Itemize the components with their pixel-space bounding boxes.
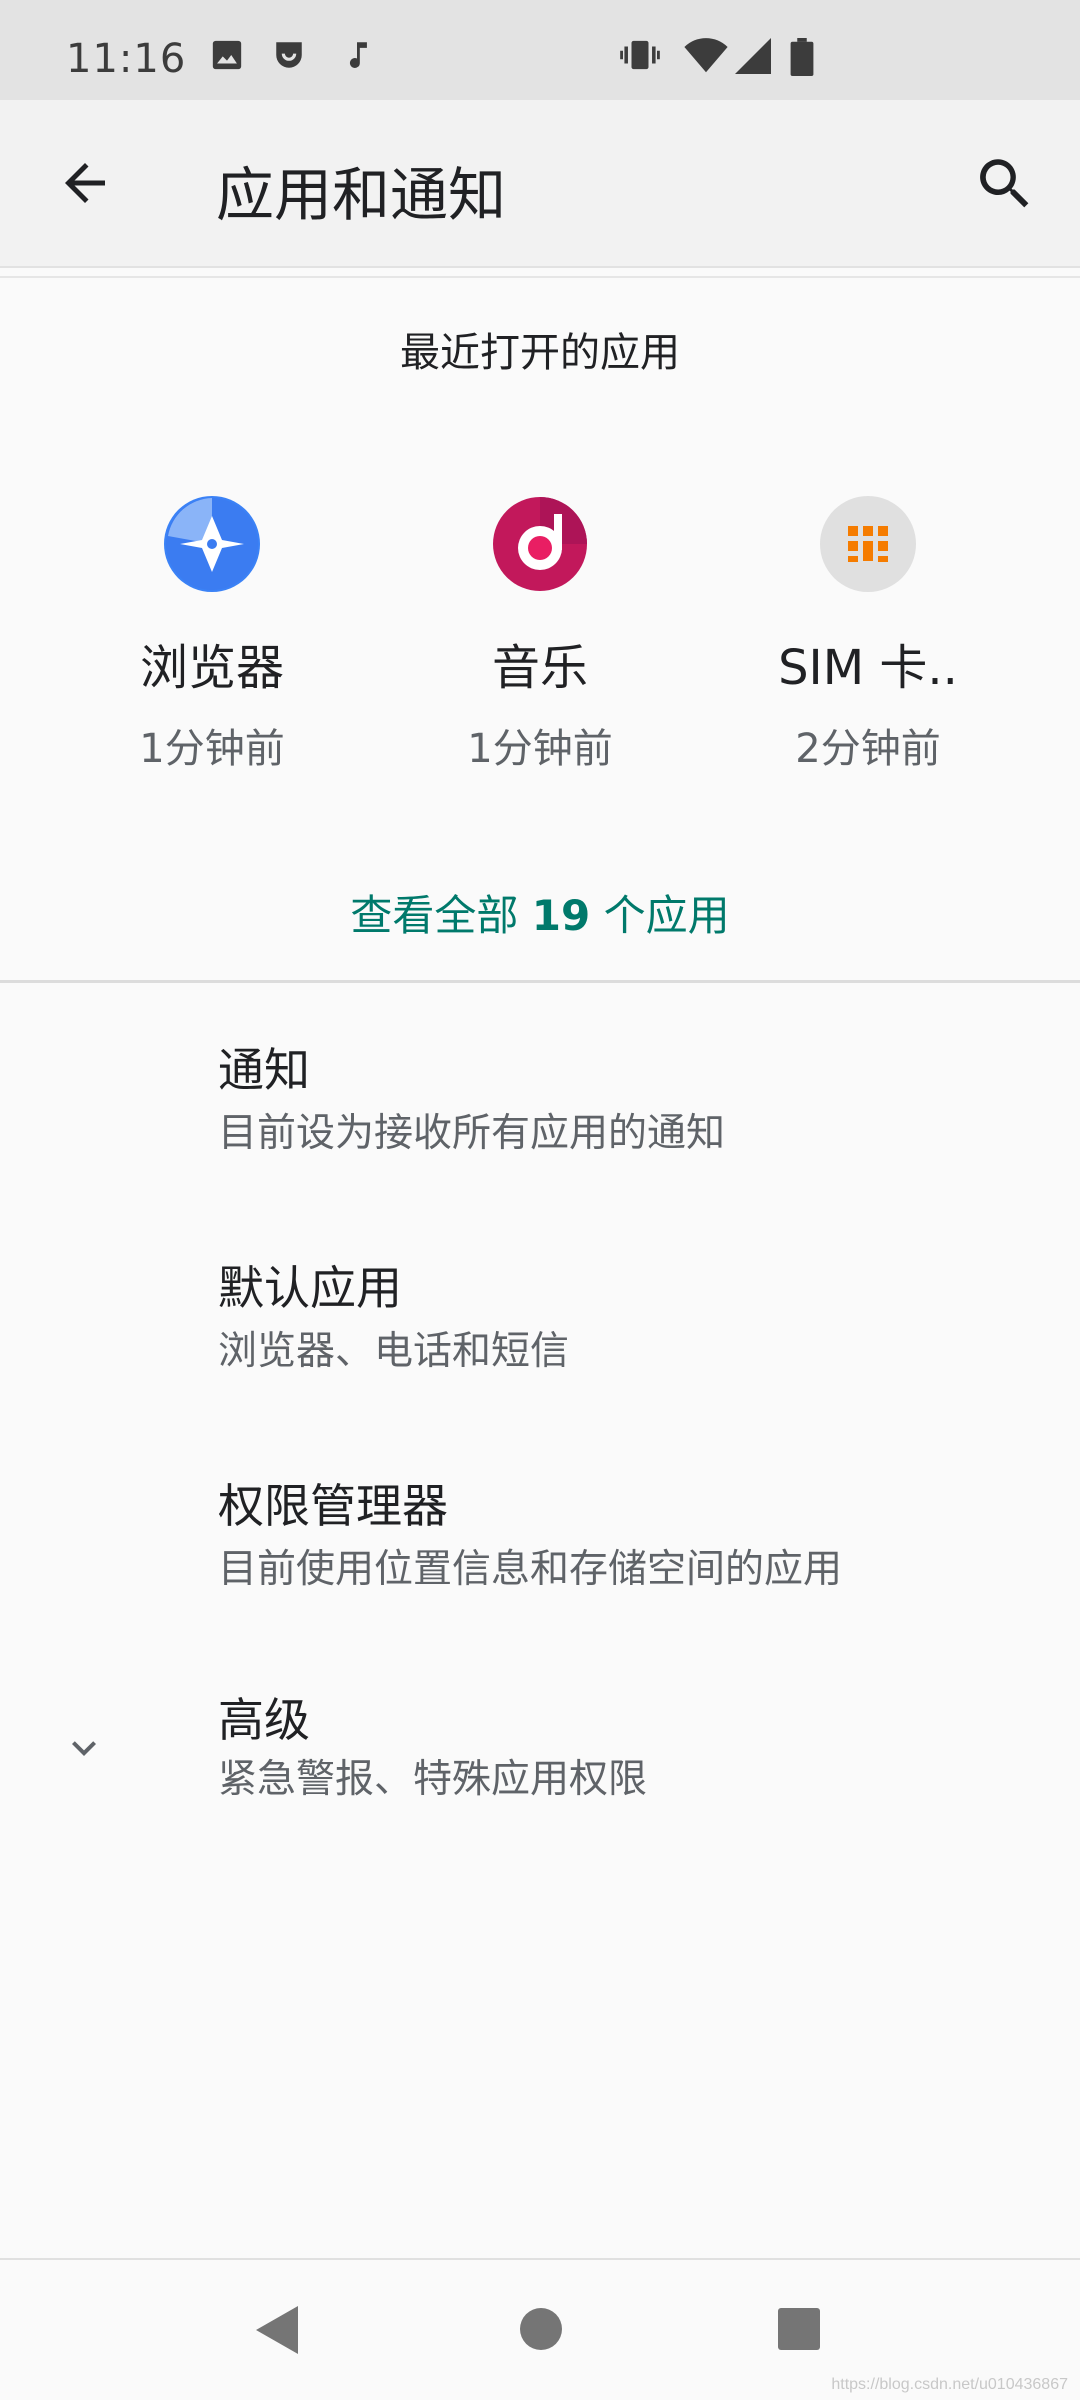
app-last-used: 2分钟前 (795, 726, 941, 772)
pref-title: 默认应用 (218, 1261, 402, 1315)
nav-recents-icon[interactable] (776, 2306, 822, 2352)
app-name: SIM 卡.. (778, 640, 958, 696)
pref-summary: 紧急警报、特殊应用权限 (218, 1757, 648, 1802)
pref-summary: 浏览器、电话和短信 (218, 1329, 570, 1374)
music-app-icon (492, 496, 588, 592)
pref-default-apps[interactable]: 默认应用 浏览器、电话和短信 (0, 1228, 1080, 1428)
browser-icon (164, 496, 260, 592)
arrow-back-icon[interactable] (50, 153, 120, 213)
pref-title: 通知 (218, 1043, 310, 1097)
search-icon[interactable] (972, 151, 1038, 217)
cell-signal-icon (735, 38, 771, 74)
pref-title: 权限管理器 (218, 1479, 448, 1533)
nav-home-icon[interactable] (518, 2306, 564, 2352)
navigation-bar: https://blog.csdn.net/u010436867 (0, 2260, 1080, 2400)
vibrate-icon (620, 40, 660, 70)
recent-app-browser[interactable]: 浏览器 1分钟前 (52, 496, 372, 774)
battery-icon (790, 38, 814, 76)
app-last-used: 1分钟前 (139, 726, 285, 772)
wifi-icon (684, 38, 728, 73)
nav-back-icon[interactable] (252, 2302, 302, 2358)
divider (0, 276, 1080, 278)
smiley-badge-icon (276, 42, 302, 68)
see-all-count: 19 (531, 891, 591, 940)
see-all-prefix: 查看全部 (350, 891, 532, 940)
app-last-used: 1分钟前 (467, 726, 613, 772)
image-icon (212, 40, 242, 70)
sim-card-icon (820, 496, 916, 592)
pref-summary: 目前使用位置信息和存储空间的应用 (218, 1547, 843, 1592)
app-bar: 应用和通知 (0, 100, 1080, 268)
pref-notifications[interactable]: 通知 目前设为接收所有应用的通知 (0, 1010, 1080, 1210)
divider (0, 980, 1080, 983)
recent-app-sim-toolkit[interactable]: SIM 卡.. 2分钟前 (708, 496, 1028, 774)
chevron-down-icon (72, 1741, 96, 1756)
music-note-icon (349, 42, 367, 68)
status-time: 11:16 (66, 36, 187, 82)
pref-permission-manager[interactable]: 权限管理器 目前使用位置信息和存储空间的应用 (0, 1446, 1080, 1646)
app-name: 浏览器 (139, 640, 284, 696)
watermark: https://blog.csdn.net/u010436867 (831, 2376, 1068, 2393)
pref-title: 高级 (218, 1693, 310, 1747)
see-all-apps-link[interactable]: 查看全部 19 个应用 (0, 882, 1080, 943)
app-name: 音乐 (491, 640, 588, 696)
pref-advanced[interactable]: 高级 紧急警报、特殊应用权限 (0, 1660, 1080, 1860)
recent-apps-header: 最近打开的应用 (400, 330, 680, 376)
see-all-suffix: 个应用 (590, 891, 730, 940)
pref-summary: 目前设为接收所有应用的通知 (218, 1111, 726, 1156)
status-bar: 11:16 (0, 0, 1080, 100)
recent-app-music[interactable]: 音乐 1分钟前 (380, 496, 700, 774)
page-title: 应用和通知 (216, 161, 507, 229)
